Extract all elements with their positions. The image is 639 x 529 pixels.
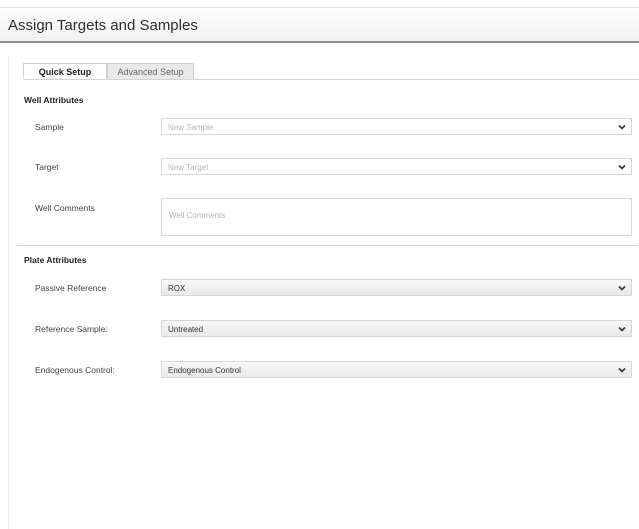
page-title: Assign Targets and Samples [8,17,198,34]
passive-reference-label: Passive Reference [35,283,107,293]
well-comments-label: Well Comments [35,203,95,213]
section-divider [17,245,638,246]
setup-tabs: Quick Setup Advanced Setup [23,63,194,80]
chevron-down-icon [618,124,626,130]
chevron-down-icon [618,367,626,373]
sample-dropdown[interactable]: New Sample [161,118,632,135]
tab-quick-setup[interactable]: Quick Setup [23,63,107,79]
well-comments-placeholder: Well Comments [169,211,226,220]
sample-placeholder: New Sample [168,123,214,132]
endogenous-control-value: Endogenous Control [168,366,241,375]
tab-advanced-setup[interactable]: Advanced Setup [107,63,194,79]
endogenous-control-label: Endogenous Control: [35,365,115,375]
reference-sample-label: Reference Sample: [35,324,108,334]
target-dropdown[interactable]: New Target [161,158,632,175]
page-header: Assign Targets and Samples [0,7,639,43]
sample-label: Sample [35,122,64,132]
chevron-down-icon [618,164,626,170]
target-label: Target [35,162,59,172]
setup-panel: Quick Setup Advanced Setup Well Attribut… [8,56,639,529]
tab-underline [23,79,639,80]
top-strip [0,0,639,7]
well-comments-textarea[interactable]: Well Comments [161,198,632,236]
target-placeholder: New Target [168,163,209,172]
endogenous-control-dropdown[interactable]: Endogenous Control [161,361,632,378]
passive-reference-value: ROX [168,284,186,293]
well-attributes-heading: Well Attributes [24,95,84,105]
plate-attributes-heading: Plate Attributes [24,255,87,265]
reference-sample-value: Untreated [168,325,204,334]
chevron-down-icon [618,285,626,291]
passive-reference-dropdown[interactable]: ROX [161,279,632,296]
reference-sample-dropdown[interactable]: Untreated [161,320,632,337]
chevron-down-icon [618,326,626,332]
